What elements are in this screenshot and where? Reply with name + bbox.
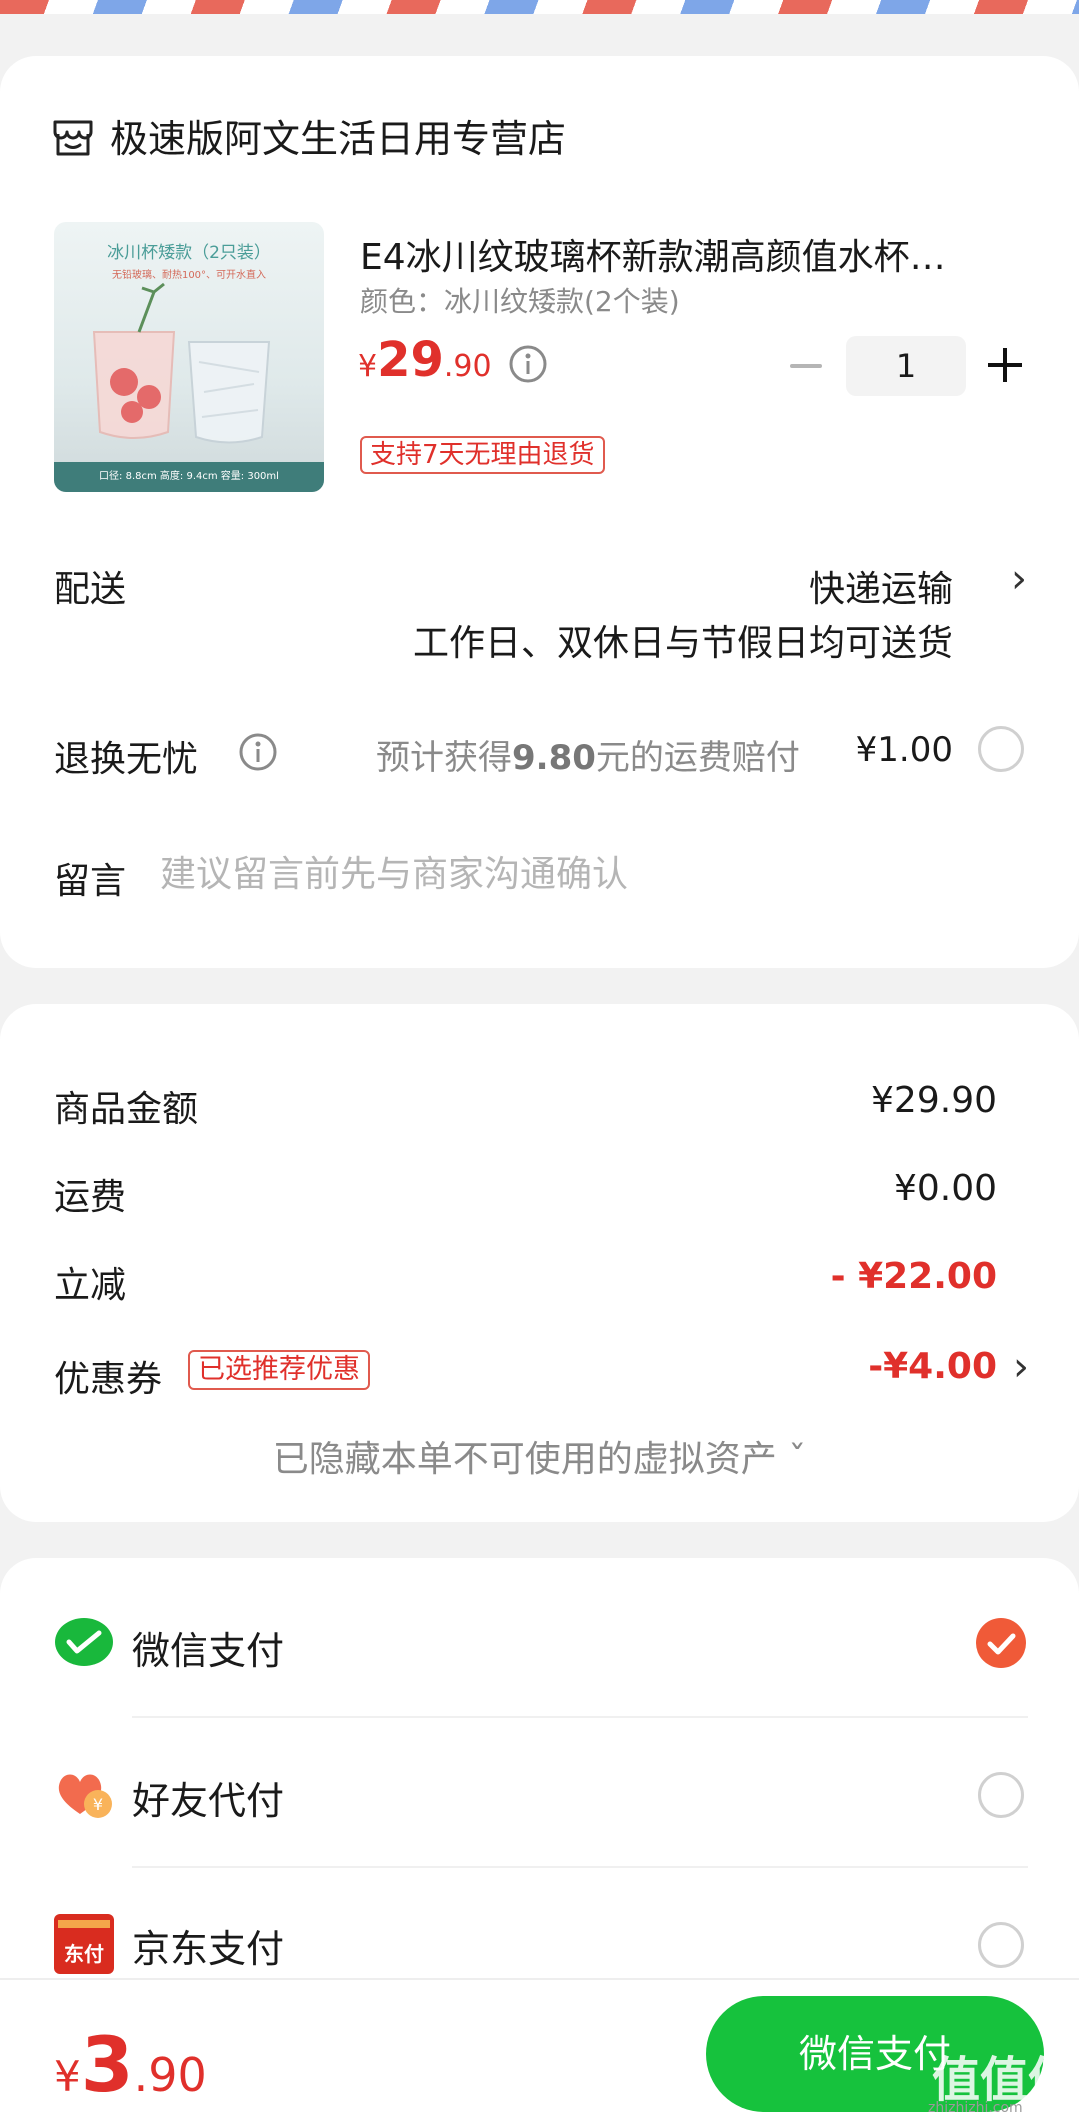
chevron-right-icon[interactable]: ›: [1011, 556, 1027, 602]
shipping-value: ¥0.00: [893, 1168, 997, 1209]
wechat-pay-selected-check-icon[interactable]: [976, 1618, 1026, 1668]
chevron-right-icon[interactable]: ›: [1013, 1344, 1029, 1390]
product-title[interactable]: E4冰川纹玻璃杯新款潮高颜值水杯…: [360, 228, 1000, 280]
shop-icon: [53, 120, 93, 156]
message-label: 留言: [54, 861, 127, 902]
coupon-value[interactable]: -¥4.00: [868, 1346, 997, 1387]
product-image-footer: 口径: 8.8cm 高度: 9.4cm 容量: 300ml: [54, 462, 324, 492]
quantity-increase-button[interactable]: [988, 348, 1022, 382]
refund-desc-suffix: 元的运费赔付: [595, 738, 800, 778]
airmail-border: [0, 0, 1079, 22]
product-variant[interactable]: 颜色：冰川纹矮款(2个装): [360, 280, 680, 320]
wechat-pay-icon: [55, 1618, 113, 1666]
delivery-note: 工作日、双休日与节假日均可送货: [412, 623, 953, 664]
total-integer: 3: [80, 2020, 134, 2109]
friend-pay-label[interactable]: 好友代付: [132, 1770, 284, 1825]
jd-pay-icon: 东付: [54, 1914, 114, 1974]
delivery-label: 配送: [54, 569, 127, 610]
svg-text:¥: ¥: [93, 1795, 103, 1814]
refund-info-icon[interactable]: [238, 732, 278, 772]
shipping-label: 运费: [54, 1177, 127, 1218]
total-currency: ¥: [54, 2052, 81, 2101]
friend-pay-radio[interactable]: [978, 1772, 1024, 1818]
wechat-pay-label[interactable]: 微信支付: [132, 1620, 284, 1675]
watermark-url: zhizhizhi.com: [928, 2100, 1023, 2116]
discount-value: - ¥22.00: [830, 1256, 997, 1297]
refund-description: 预计获得9.80元的运费赔付: [376, 730, 800, 779]
price-info-icon[interactable]: [508, 344, 548, 384]
price-decimal: .90: [443, 349, 492, 384]
order-card: [0, 56, 1079, 968]
quantity-decrease-button[interactable]: [790, 364, 822, 368]
jd-pay-radio[interactable]: [978, 1922, 1024, 1968]
price-integer: 29: [377, 332, 444, 388]
total-decimal: .90: [133, 2048, 207, 2102]
order-total: ¥3.90: [54, 2020, 207, 2109]
return-policy-tag: 支持7天无理由退货: [360, 436, 605, 474]
refund-label: 退换无忧: [54, 739, 199, 780]
glass-illustration: [92, 282, 271, 444]
shop-name[interactable]: 极速版阿文生活日用专营店: [110, 108, 566, 163]
divider: [132, 1716, 1028, 1718]
price-currency: ¥: [358, 349, 378, 384]
jd-pay-label[interactable]: 京东支付: [132, 1918, 284, 1973]
coupon-label: 优惠券: [54, 1359, 163, 1400]
quantity-value[interactable]: 1: [846, 336, 966, 396]
goods-amount-label: 商品金额: [54, 1089, 199, 1130]
friend-pay-icon: ¥: [58, 1774, 112, 1818]
divider: [132, 1866, 1028, 1868]
goods-amount-value: ¥29.90: [871, 1080, 997, 1121]
hidden-virtual-assets-toggle[interactable]: 已隐藏本单不可使用的虚拟资产 ˇ: [0, 1430, 1079, 1482]
refund-radio[interactable]: [978, 726, 1024, 772]
product-image[interactable]: 冰川杯矮款（2只装） 无铅玻璃、耐热100°、可开水直入 口径: 8.8cm 高…: [54, 222, 324, 492]
product-price: ¥29.90: [358, 332, 492, 388]
jd-pay-icon-text: 东付: [64, 1942, 104, 1966]
delivery-method[interactable]: 快递运输: [809, 560, 953, 612]
discount-label: 立减: [54, 1265, 127, 1306]
refund-desc-prefix: 预计获得: [376, 738, 512, 778]
coupon-recommended-tag[interactable]: 已选推荐优惠: [188, 1350, 370, 1390]
message-input[interactable]: [160, 846, 1020, 902]
refund-desc-amount: 9.80: [512, 738, 596, 778]
refund-price: ¥1.00: [855, 730, 953, 770]
